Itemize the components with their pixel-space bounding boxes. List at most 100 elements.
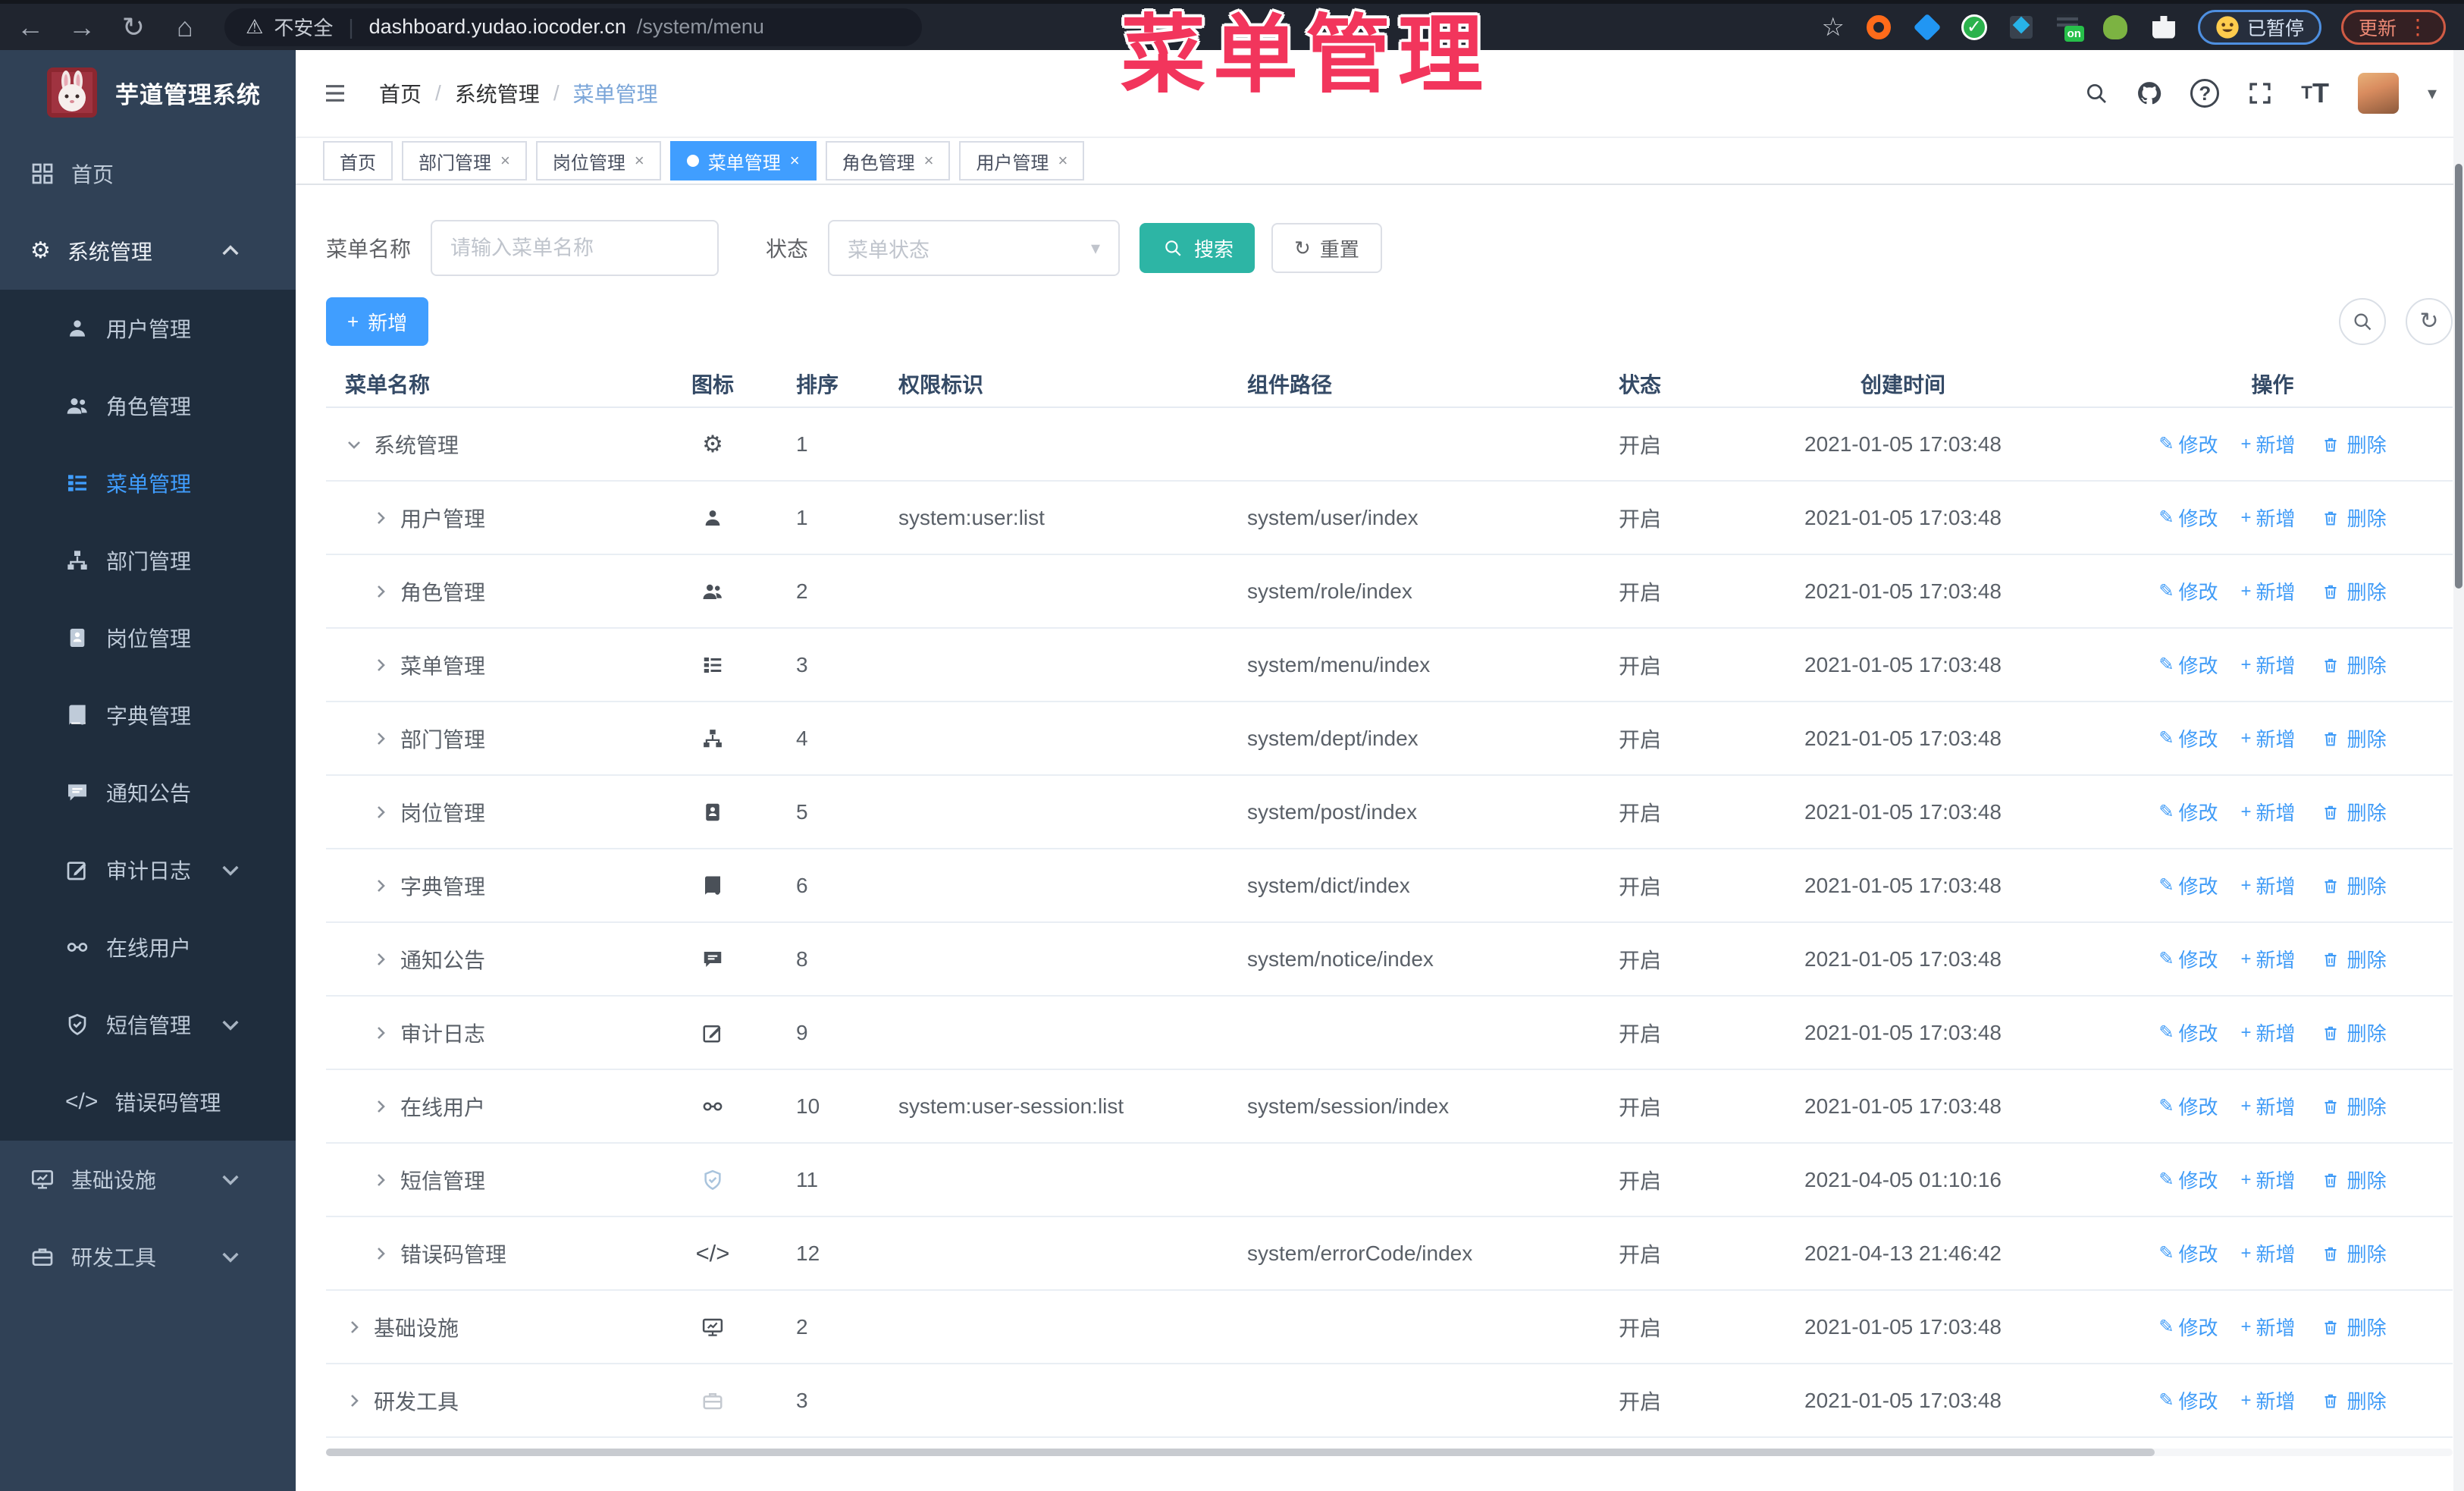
extension-icon[interactable] [1864,13,1893,42]
expand-row-icon[interactable] [371,1245,390,1263]
edit-link[interactable]: ✎ 修改 [2158,1239,2218,1267]
delete-link[interactable]: 删除 [2318,651,2387,679]
sidebar-item-sms[interactable]: 短信管理 [0,986,296,1063]
browser-forward-icon[interactable]: → [61,6,103,49]
sidebar-item-menu[interactable]: 菜单管理 [0,444,296,522]
refresh-table-button[interactable]: ↻ [2406,298,2453,345]
browser-back-icon[interactable]: ← [9,6,52,49]
help-icon[interactable]: ? [2190,79,2220,108]
expand-row-icon[interactable] [371,509,390,527]
sidebar-item-user[interactable]: 用户管理 [0,290,296,367]
scrollbar-thumb[interactable] [2455,164,2462,589]
delete-link[interactable]: 删除 [2318,871,2387,899]
edit-link[interactable]: ✎ 修改 [2158,1313,2218,1341]
extension-icon[interactable]: ✓ [1961,14,1987,40]
add-link[interactable]: + 新增 [2241,504,2296,532]
edit-link[interactable]: ✎ 修改 [2158,1092,2218,1120]
expand-row-icon[interactable] [371,582,390,601]
delete-link[interactable]: 删除 [2318,1386,2387,1414]
edit-link[interactable]: ✎ 修改 [2158,577,2218,605]
text-size-icon[interactable]: TT [2301,77,2329,109]
search-button[interactable]: 搜索 [1140,223,1256,273]
tab-菜单管理[interactable]: 菜单管理 × [669,141,817,180]
security-label[interactable]: 不安全 [274,13,333,41]
delete-link[interactable]: 删除 [2318,1019,2387,1047]
delete-link[interactable]: 删除 [2318,504,2387,532]
bookmark-star-icon[interactable]: ☆ [1821,12,1844,42]
status-select[interactable]: 菜单状态 ▾ [828,220,1121,276]
extensions-puzzle-icon[interactable] [2149,13,2178,42]
add-link[interactable]: + 新增 [2241,577,2296,605]
show-search-toggle-button[interactable] [2339,298,2386,345]
close-icon[interactable]: × [790,151,800,171]
expand-row-icon[interactable] [371,730,390,748]
add-link[interactable]: + 新增 [2241,1092,2296,1120]
expand-row-icon[interactable] [345,1392,363,1410]
add-link[interactable]: + 新增 [2241,1239,2296,1267]
delete-link[interactable]: 删除 [2318,724,2387,752]
add-link[interactable]: + 新增 [2241,1313,2296,1341]
delete-link[interactable]: 删除 [2318,1239,2387,1267]
edit-link[interactable]: ✎ 修改 [2158,1386,2218,1414]
add-link[interactable]: + 新增 [2241,651,2296,679]
paused-badge[interactable]: 已暂停 [2197,9,2321,45]
add-link[interactable]: + 新增 [2241,1386,2296,1414]
delete-link[interactable]: 删除 [2318,430,2387,458]
expand-row-icon[interactable] [371,803,390,821]
add-link[interactable]: + 新增 [2241,1019,2296,1047]
expand-row-icon[interactable] [371,877,390,895]
reset-button[interactable]: ↻ 重置 [1271,223,1382,273]
add-link[interactable]: + 新增 [2241,945,2296,973]
kebab-menu-icon[interactable]: ⋮ [2407,14,2428,39]
user-avatar[interactable] [2357,73,2399,114]
add-link[interactable]: + 新增 [2241,1166,2296,1194]
extension-icon[interactable] [2007,13,2036,42]
sidebar-item-dept[interactable]: 部门管理 [0,522,296,599]
vertical-scrollbar[interactable] [2453,50,2464,1491]
edit-link[interactable]: ✎ 修改 [2158,798,2218,826]
extension-icon[interactable] [1913,13,1942,42]
expand-row-icon[interactable] [371,1171,390,1189]
collapse-row-icon[interactable] [345,435,363,454]
sidebar-item-home[interactable]: 首页 [0,135,296,212]
sidebar-item-system[interactable]: ⚙ 系统管理 [0,212,296,290]
sidebar-item-audit[interactable]: 审计日志 [0,831,296,909]
close-icon[interactable]: × [1058,151,1067,171]
breadcrumb-item[interactable]: 系统管理 [455,78,540,108]
tab-首页[interactable]: 首页 [323,141,393,180]
delete-link[interactable]: 删除 [2318,577,2387,605]
delete-link[interactable]: 删除 [2318,1166,2387,1194]
sidebar-item-notice[interactable]: 通知公告 [0,754,296,831]
edit-link[interactable]: ✎ 修改 [2158,724,2218,752]
edit-link[interactable]: ✎ 修改 [2158,1166,2218,1194]
app-logo-row[interactable]: 芋道管理系统 [0,50,296,135]
menu-name-input[interactable] [431,220,719,276]
sidebar-item-post[interactable]: 岗位管理 [0,599,296,676]
expand-row-icon[interactable] [371,656,390,674]
browser-reload-icon[interactable]: ↻ [112,6,155,49]
chevron-down-icon[interactable]: ▾ [2428,83,2437,105]
breadcrumb-item[interactable]: 首页 [379,78,422,108]
delete-link[interactable]: 删除 [2318,1313,2387,1341]
add-link[interactable]: + 新增 [2241,724,2296,752]
expand-row-icon[interactable] [371,1024,390,1042]
delete-link[interactable]: 删除 [2318,945,2387,973]
tab-岗位管理[interactable]: 岗位管理 × [535,141,661,180]
sidebar-item-role[interactable]: 角色管理 [0,367,296,444]
expand-row-icon[interactable] [371,950,390,968]
horizontal-scrollbar[interactable] [326,1449,2453,1456]
tab-用户管理[interactable]: 用户管理 × [959,141,1085,180]
browser-home-icon[interactable]: ⌂ [164,6,206,49]
edit-link[interactable]: ✎ 修改 [2158,504,2218,532]
extension-icon[interactable]: on [2055,14,2084,42]
delete-link[interactable]: 删除 [2318,798,2387,826]
fullscreen-icon[interactable] [2248,80,2272,107]
edit-link[interactable]: ✎ 修改 [2158,871,2218,899]
sidebar-item-infra[interactable]: 基础设施 [0,1141,296,1218]
expand-row-icon[interactable] [345,1318,363,1336]
close-icon[interactable]: × [500,151,510,171]
tab-部门管理[interactable]: 部门管理 × [402,141,527,180]
tab-角色管理[interactable]: 角色管理 × [825,141,951,180]
sidebar-item-tool[interactable]: 研发工具 [0,1218,296,1295]
sidebar-item-session[interactable]: 在线用户 [0,909,296,986]
